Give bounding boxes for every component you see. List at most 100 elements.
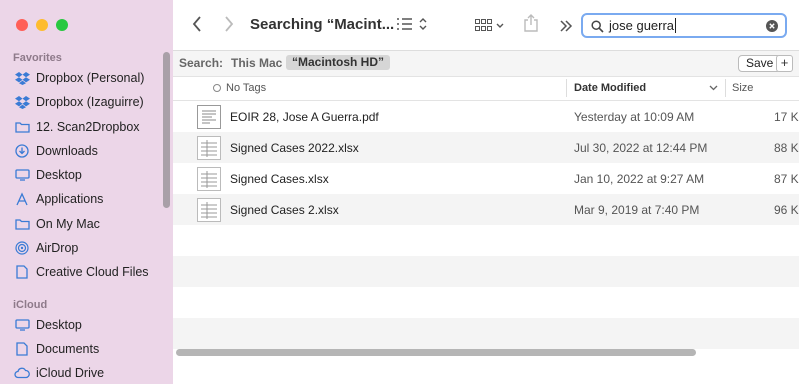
zoom-button[interactable] [56,19,68,31]
file-row[interactable]: Signed Cases 2.xlsx Mar 9, 2019 at 7:40 … [173,194,799,225]
sidebar-item-icloud-drive[interactable]: iCloud Drive [0,362,165,384]
file-size: 17 K [774,109,799,124]
dropbox-icon [14,70,30,86]
horizontal-scrollbar[interactable] [176,349,696,356]
sidebar-item-label: iCloud Drive [36,366,105,380]
sidebar-item-label: Creative Cloud Files [36,265,149,279]
share-icon [524,14,538,32]
file-name: Signed Cases 2.xlsx [230,202,339,217]
window-title: Searching “Macint... [250,16,395,33]
sidebar-item-label: On My Mac [36,217,100,231]
sidebar-item-label: 12. Scan2Dropbox [36,120,140,134]
file-name: EOIR 28, Jose A Guerra.pdf [230,109,379,124]
sidebar-item-desktop[interactable]: Desktop [0,164,165,186]
sidebar-item-label: Downloads [36,144,98,158]
desktop-icon [14,317,30,333]
search-icon [591,20,604,33]
spreadsheet-file-icon [197,166,221,191]
empty-row [173,318,799,349]
cloud-icon [14,365,30,381]
spreadsheet-file-icon [197,197,221,222]
share-button[interactable] [524,14,538,36]
file-date: Yesterday at 10:09 AM [574,109,695,124]
sidebar-item-dropbox-izaguirre[interactable]: Dropbox (Izaguirre) [0,91,165,113]
scope-label: Search: [179,56,224,70]
scope-macintosh-hd[interactable]: “Macintosh HD” [286,55,391,70]
column-header: No Tags Date Modified Size [173,77,799,101]
applications-icon [14,191,30,207]
group-grid-icon [475,19,504,31]
view-options-button[interactable] [396,16,430,36]
search-field[interactable]: jose guerra [581,13,787,38]
back-button[interactable] [191,15,203,37]
save-search-button[interactable]: Save [738,55,782,72]
file-name: Signed Cases 2022.xlsx [230,140,359,155]
column-date-modified[interactable]: Date Modified [574,82,646,94]
file-list: EOIR 28, Jose A Guerra.pdf Yesterday at … [173,101,799,349]
add-criteria-button[interactable]: + [776,55,793,72]
empty-row [173,225,799,256]
downloads-icon [14,143,30,159]
sidebar-scrollbar[interactable] [163,52,170,208]
group-button[interactable] [475,17,507,37]
sidebar-item-dropbox-personal[interactable]: Dropbox (Personal) [0,67,165,89]
file-date: Mar 9, 2019 at 7:40 PM [574,202,700,217]
search-input[interactable]: jose guerra [609,18,677,33]
sidebar-item-downloads[interactable]: Downloads [0,140,165,162]
document-icon [14,264,30,280]
more-toolbar-button[interactable] [559,17,573,37]
file-size: 88 K [774,140,799,155]
file-row[interactable]: EOIR 28, Jose A Guerra.pdf Yesterday at … [173,101,799,132]
double-chevron-right-icon [560,20,573,32]
sidebar-item-on-my-mac[interactable]: On My Mac [0,213,165,235]
file-row[interactable]: Signed Cases.xlsx Jan 10, 2022 at 9:27 A… [173,163,799,194]
dropbox-icon [14,94,30,110]
column-name[interactable]: No Tags [226,82,266,94]
sidebar-item-label: AirDrop [36,241,79,255]
tag-icon [213,84,221,92]
favorites-section-label: Favorites [13,52,62,64]
chevron-left-icon [192,16,201,32]
clear-search-icon[interactable] [766,20,778,32]
spreadsheet-file-icon [197,135,221,160]
sidebar-item-label: Dropbox (Personal) [36,71,145,85]
sidebar-item-creative-cloud-files[interactable]: Creative Cloud Files [0,261,165,283]
sidebar-item-scan2dropbox[interactable]: 12. Scan2Dropbox [0,116,165,138]
toolbar: Searching “Macint... jose guerra [173,0,799,51]
sidebar-item-label: Desktop [36,168,82,182]
column-size[interactable]: Size [732,82,753,94]
file-row[interactable]: Signed Cases 2022.xlsx Jul 30, 2022 at 1… [173,132,799,163]
sidebar-item-applications[interactable]: Applications [0,188,165,210]
sidebar-item-label: Documents [36,342,100,356]
icloud-section-label: iCloud [13,299,48,311]
search-scope-bar: Search: This Mac “Macintosh HD” Save + [173,51,799,77]
folder-icon [14,119,30,135]
document-icon [14,341,30,357]
empty-row [173,287,799,318]
sidebar-item-label: Applications [36,192,104,206]
file-date: Jan 10, 2022 at 9:27 AM [574,171,705,186]
sidebar-item-airdrop[interactable]: AirDrop [0,237,165,259]
traffic-lights [16,19,68,31]
sidebar-item-label: Desktop [36,318,82,332]
scope-this-mac[interactable]: This Mac [231,56,282,70]
airdrop-icon [14,240,30,256]
file-size: 96 K [774,202,799,217]
pdf-file-icon [197,104,221,129]
empty-row [173,256,799,287]
file-name: Signed Cases.xlsx [230,171,329,186]
chevron-down-icon [709,85,718,91]
forward-button[interactable] [223,15,235,37]
folder-icon [14,216,30,232]
sidebar-item-icloud-desktop[interactable]: Desktop [0,314,165,336]
sidebar: Favorites Dropbox (Personal) Dropbox (Iz… [0,0,173,384]
chevron-right-icon [225,16,234,32]
desktop-icon [14,167,30,183]
close-button[interactable] [16,19,28,31]
list-view-icon [397,18,427,30]
file-date: Jul 30, 2022 at 12:44 PM [574,140,708,155]
file-size: 87 K [774,171,799,186]
sidebar-item-icloud-documents[interactable]: Documents [0,338,165,360]
sidebar-item-label: Dropbox (Izaguirre) [36,95,144,109]
minimize-button[interactable] [36,19,48,31]
